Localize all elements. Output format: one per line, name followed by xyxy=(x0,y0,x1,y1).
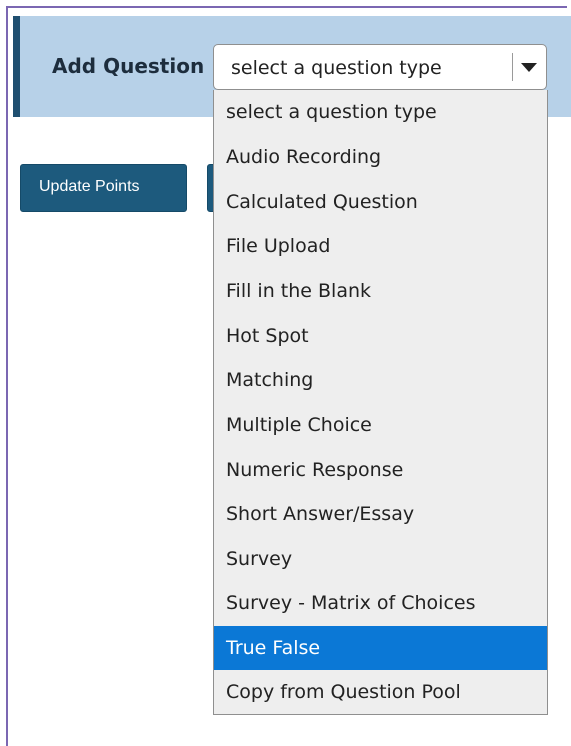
chevron-down-icon[interactable] xyxy=(518,57,540,77)
select-current-value: select a question type xyxy=(231,57,442,79)
option-multiple-choice[interactable]: Multiple Choice xyxy=(214,403,547,447)
option-label: Matching xyxy=(226,369,314,391)
question-type-select[interactable]: select a question type xyxy=(213,44,547,90)
option-numeric-response[interactable]: Numeric Response xyxy=(214,448,547,492)
option-fill-in-the-blank[interactable]: Fill in the Blank xyxy=(214,269,547,313)
option-label: Hot Spot xyxy=(226,325,309,347)
update-points-label: Update Points xyxy=(39,178,140,195)
update-points-button[interactable]: Update Points xyxy=(20,164,187,212)
option-label: Survey xyxy=(226,548,293,570)
option-label: Multiple Choice xyxy=(226,414,372,436)
option-label: Calculated Question xyxy=(226,191,418,213)
option-label: select a question type xyxy=(226,101,437,123)
option-audio-recording[interactable]: Audio Recording xyxy=(214,135,547,179)
option-label: File Upload xyxy=(226,235,331,257)
option-matching[interactable]: Matching xyxy=(214,358,547,402)
option-label: Survey - Matrix of Choices xyxy=(226,592,476,614)
question-type-dropdown: select a question type Audio Recording C… xyxy=(213,90,548,715)
select-divider xyxy=(512,53,513,81)
add-question-label: Add Question xyxy=(52,54,205,78)
option-true-false[interactable]: True False xyxy=(214,626,547,670)
option-label: True False xyxy=(226,637,321,659)
option-label: Short Answer/Essay xyxy=(226,503,415,525)
option-label: Fill in the Blank xyxy=(226,280,372,302)
option-copy-from-question-pool[interactable]: Copy from Question Pool xyxy=(214,670,547,714)
option-select-question-type[interactable]: select a question type xyxy=(214,90,547,134)
option-label: Numeric Response xyxy=(226,459,404,481)
option-hot-spot[interactable]: Hot Spot xyxy=(214,314,547,358)
option-file-upload[interactable]: File Upload xyxy=(214,224,547,268)
option-calculated-question[interactable]: Calculated Question xyxy=(214,180,547,224)
option-label: Copy from Question Pool xyxy=(226,681,461,703)
option-short-answer-essay[interactable]: Short Answer/Essay xyxy=(214,492,547,536)
option-label: Audio Recording xyxy=(226,146,382,168)
option-survey[interactable]: Survey xyxy=(214,537,547,581)
option-survey-matrix-of-choices[interactable]: Survey - Matrix of Choices xyxy=(214,581,547,625)
